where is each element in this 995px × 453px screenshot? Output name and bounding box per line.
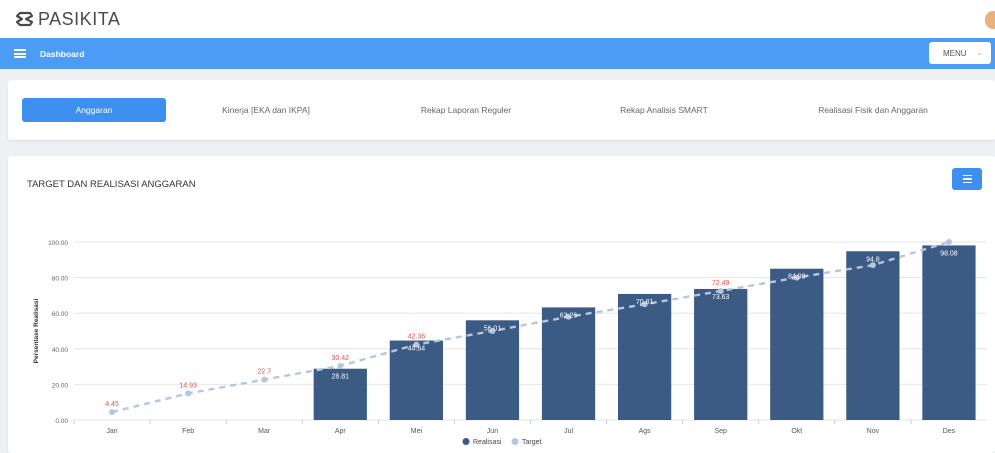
- y-tick-label: 0.00: [55, 418, 68, 425]
- x-tick-label: Mei: [411, 428, 423, 435]
- x-tick-label: Apr: [335, 428, 347, 435]
- target-data-label: 22.7: [257, 369, 271, 376]
- y-tick-label: 80.00: [52, 276, 69, 283]
- menu-dropdown-label: MENU: [943, 48, 967, 58]
- x-tick-label: Jan: [106, 428, 117, 435]
- target-point: [261, 376, 268, 383]
- bar-data-label: 56.01: [484, 325, 502, 332]
- bar-data-label: 70.81: [636, 299, 654, 306]
- tabs-card: Anggaran Kinerja [EKA dan IKPA] Rekap La…: [8, 80, 995, 140]
- x-tick-label: Ags: [639, 428, 652, 435]
- x-tick-label: Jun: [487, 428, 498, 435]
- bar-realisasi: [617, 293, 672, 420]
- hamburger-menu-icon[interactable]: [14, 49, 26, 58]
- top-bar: PASIKITA: [0, 0, 995, 38]
- bar-data-label: 94.8: [866, 256, 880, 263]
- app-name: PASIKITA: [38, 8, 121, 29]
- target-point: [337, 362, 344, 369]
- target-data-label: 14.93: [179, 382, 197, 389]
- bar-data-label: 73.63: [712, 294, 730, 301]
- x-tick-label: Feb: [182, 428, 194, 435]
- x-tick-label: Mar: [258, 428, 271, 435]
- x-tick-label: Jul: [564, 428, 573, 435]
- bar-data-label: 28.81: [332, 374, 350, 381]
- tab-rekap-analisis-smart[interactable]: Rekap Analisis SMART: [594, 98, 734, 122]
- bar-realisasi: [541, 307, 596, 420]
- chart-card: TARGET DAN REALISASI ANGGARAN 0.00 20.00 4…: [8, 156, 995, 453]
- chevron-down-icon: ⌄: [976, 50, 983, 57]
- y-axis-label: Persentase Realisasi: [33, 298, 40, 363]
- bar-data-label: 84.99: [788, 274, 806, 281]
- target-data-label: 72.49: [712, 280, 730, 287]
- bar-data-label: 98.08: [940, 250, 958, 257]
- x-tick-label: Sep: [714, 428, 727, 435]
- y-tick-label: 40.00: [52, 347, 69, 354]
- tab-rekap-laporan-reguler[interactable]: Rekap Laporan Reguler: [396, 98, 536, 122]
- bar-realisasi: [922, 245, 976, 420]
- menu-dropdown[interactable]: MENU ⌄: [929, 42, 991, 64]
- bar-data-label: 63.26: [560, 312, 578, 319]
- legend-label-realisasi: Realisasi: [473, 439, 502, 446]
- y-tick-label: 20.00: [52, 382, 69, 389]
- y-tick-label: 60.00: [52, 311, 69, 318]
- avatar[interactable]: [985, 11, 995, 29]
- pasikita-logo-icon: [15, 11, 34, 27]
- legend-marker-target: [511, 438, 519, 445]
- target-point: [945, 239, 952, 245]
- app-logo[interactable]: PASIKITA: [14, 9, 120, 30]
- target-data-label: 30.42: [332, 355, 350, 362]
- legend-marker-realisasi: [462, 438, 470, 445]
- tab-kinerja[interactable]: Kinerja [EKA dan IKPA]: [196, 98, 336, 122]
- target-data-label: 4.45: [105, 401, 119, 408]
- target-data-label: 42.36: [408, 334, 426, 341]
- tab-realisasi-fisik-anggaran[interactable]: Realisasi Fisik dan Anggaran: [798, 98, 948, 122]
- x-tick-label: Des: [943, 428, 956, 435]
- bar-realisasi: [465, 320, 520, 420]
- x-tick-label: Nov: [867, 428, 880, 435]
- target-point: [109, 409, 116, 416]
- bar-data-label: 44.64: [408, 346, 426, 353]
- bar-realisasi: [694, 288, 748, 420]
- nav-bar: Dashboard MENU ⌄: [0, 38, 995, 69]
- legend-label-target: Target: [522, 439, 542, 446]
- x-tick-label: Okt: [791, 428, 802, 435]
- tab-anggaran[interactable]: Anggaran: [22, 98, 166, 122]
- chart-svg: 0.00 20.00 40.00 60.00 80.00 100.00 Persentase…: [33, 239, 987, 446]
- bar-realisasi: [846, 251, 900, 420]
- bar-realisasi: [770, 268, 824, 420]
- page-title: Dashboard: [40, 48, 85, 59]
- y-tick-label: 100.00: [48, 240, 68, 247]
- target-point: [185, 390, 192, 397]
